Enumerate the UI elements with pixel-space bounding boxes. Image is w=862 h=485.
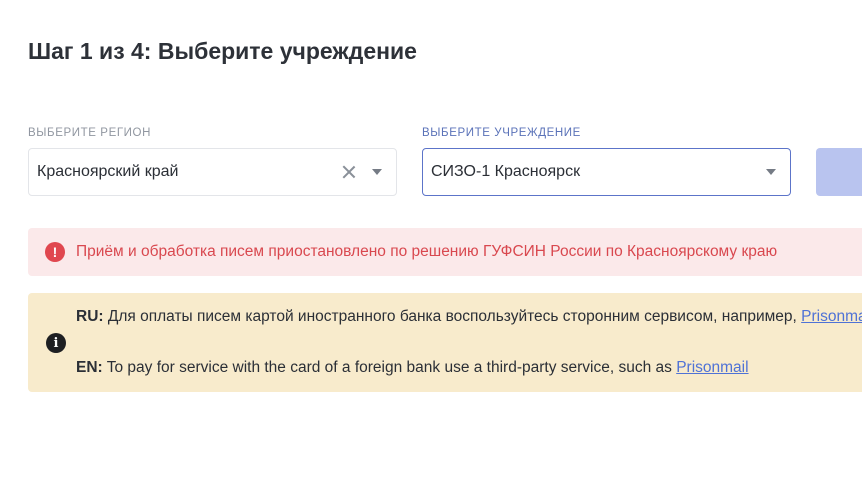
info-en-text: To pay for service with the card of a fo…: [102, 359, 677, 376]
page: Шаг 1 из 4: Выберите учреждение ВЫБЕРИТЕ…: [0, 0, 862, 485]
prisonmail-link-en[interactable]: Prisonmail: [676, 359, 748, 376]
info-alert: i RU: Для оплаты писем картой иностранно…: [28, 293, 862, 392]
facility-select-value: СИЗО-1 Красноярск: [431, 163, 581, 180]
info-line-en: EN: To pay for service with the card of …: [76, 359, 749, 377]
region-label: ВЫБЕРИТЕ РЕГИОН: [28, 127, 151, 139]
region-select[interactable]: Красноярский край: [28, 148, 397, 196]
info-en-prefix: EN:: [76, 359, 103, 376]
info-ru-text: Для оплаты писем картой иностранного бан…: [103, 308, 802, 325]
info-circle-icon: i: [46, 333, 66, 353]
info-line-ru: RU: Для оплаты писем картой иностранного…: [76, 308, 862, 326]
next-button[interactable]: [816, 148, 862, 196]
facility-select[interactable]: СИЗО-1 Красноярск: [422, 148, 791, 196]
page-title: Шаг 1 из 4: Выберите учреждение: [28, 38, 417, 64]
error-alert-text: Приём и обработка писем приостановлено п…: [76, 243, 778, 260]
region-select-value: Красноярский край: [37, 163, 179, 180]
exclamation-circle-icon: !: [45, 242, 65, 262]
error-alert: ! Приём и обработка писем приостановлено…: [28, 228, 862, 276]
info-ru-prefix: RU:: [76, 308, 104, 325]
close-icon[interactable]: [340, 163, 358, 181]
facility-label: ВЫБЕРИТЕ УЧРЕЖДЕНИЕ: [422, 127, 581, 139]
chevron-down-icon[interactable]: [372, 169, 382, 175]
chevron-down-icon[interactable]: [766, 169, 776, 175]
prisonmail-link-ru[interactable]: Prisonmail: [801, 308, 862, 325]
